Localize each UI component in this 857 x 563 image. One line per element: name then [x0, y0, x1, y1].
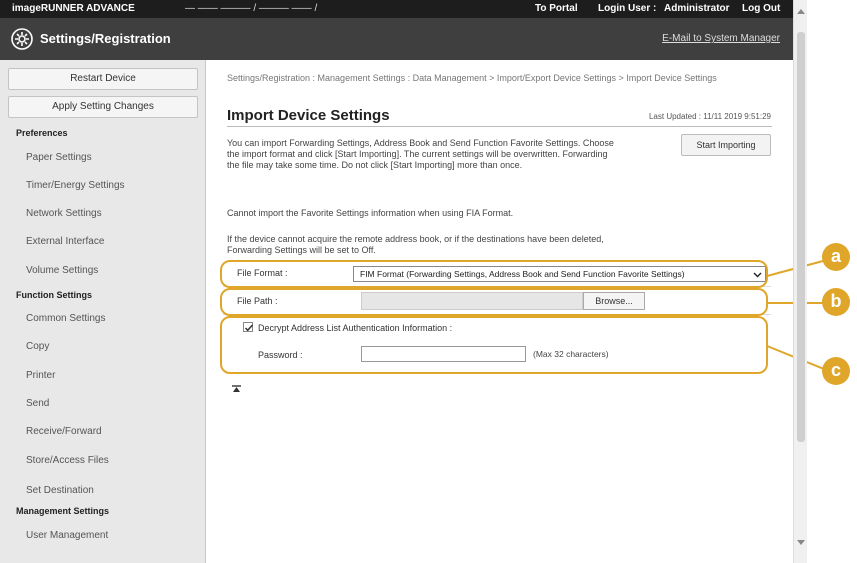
login-user-name: Administrator	[664, 3, 730, 14]
sidebar-item-network[interactable]: Network Settings	[26, 208, 102, 219]
to-portal-link[interactable]: To Portal	[535, 3, 578, 14]
title-bar: Settings/Registration E-Mail to System M…	[0, 18, 793, 60]
app-title: Settings/Registration	[40, 31, 171, 46]
sidebar-item-external-interface[interactable]: External Interface	[26, 236, 104, 247]
description-favorite-note: Cannot import the Favorite Settings info…	[227, 208, 514, 218]
sidebar-section-preferences: Preferences	[16, 128, 68, 138]
device-name: — —— ——— / ——— —— /	[185, 3, 318, 14]
sidebar-item-printer[interactable]: Printer	[26, 370, 55, 381]
brand-name: imageRUNNER ADVANCE	[12, 3, 135, 14]
breadcrumb: Settings/Registration : Management Setti…	[227, 73, 717, 83]
back-to-top-icon[interactable]	[232, 385, 241, 393]
sidebar-item-volume[interactable]: Volume Settings	[26, 265, 98, 276]
restart-device-button[interactable]: Restart Device	[8, 68, 198, 90]
last-updated: Last Updated : 11/11 2019 9:51:29	[648, 112, 771, 121]
start-importing-button[interactable]: Start Importing	[681, 134, 771, 156]
sidebar-item-send[interactable]: Send	[26, 398, 49, 409]
callout-a-marker: a	[822, 243, 850, 271]
sidebar-item-copy[interactable]: Copy	[26, 341, 49, 352]
vertical-scrollbar[interactable]	[793, 0, 807, 563]
apply-setting-changes-button[interactable]: Apply Setting Changes	[8, 96, 198, 118]
sidebar-item-receive-forward[interactable]: Receive/Forward	[26, 426, 102, 437]
callout-c-marker: c	[822, 357, 850, 385]
callout-b-highlight	[220, 288, 768, 316]
email-system-manager-link[interactable]: E-Mail to System Manager	[662, 33, 780, 44]
gear-icon	[11, 28, 33, 50]
callout-c-highlight	[220, 316, 768, 374]
description-forwarding-note: If the device cannot acquire the remote …	[227, 234, 604, 255]
log-out-link[interactable]: Log Out	[742, 3, 780, 14]
sidebar-item-store-access-files[interactable]: Store/Access Files	[26, 455, 109, 466]
login-user-label: Login User :	[598, 3, 657, 14]
callout-b-marker: b	[822, 288, 850, 316]
description-import: You can import Forwarding Settings, Addr…	[227, 138, 614, 170]
sidebar-section-function-settings: Function Settings	[16, 290, 92, 300]
top-bar: imageRUNNER ADVANCE — —— ——— / ——— —— / …	[0, 0, 793, 18]
scrollbar-thumb[interactable]	[797, 32, 805, 442]
sidebar: Restart Device Apply Setting Changes Pre…	[0, 60, 206, 563]
sidebar-item-common-settings[interactable]: Common Settings	[26, 313, 105, 324]
sidebar-item-paper-settings[interactable]: Paper Settings	[26, 152, 92, 163]
scroll-up-icon[interactable]	[797, 8, 805, 14]
page-title: Import Device Settings	[227, 107, 390, 124]
sidebar-item-user-management[interactable]: User Management	[26, 530, 108, 541]
sidebar-item-set-destination[interactable]: Set Destination	[26, 485, 94, 496]
sidebar-section-management-settings: Management Settings	[16, 506, 110, 516]
sidebar-item-timer-energy[interactable]: Timer/Energy Settings	[26, 180, 125, 191]
scroll-down-icon[interactable]	[797, 540, 805, 546]
callout-a-highlight	[220, 260, 768, 288]
title-divider	[227, 126, 772, 127]
